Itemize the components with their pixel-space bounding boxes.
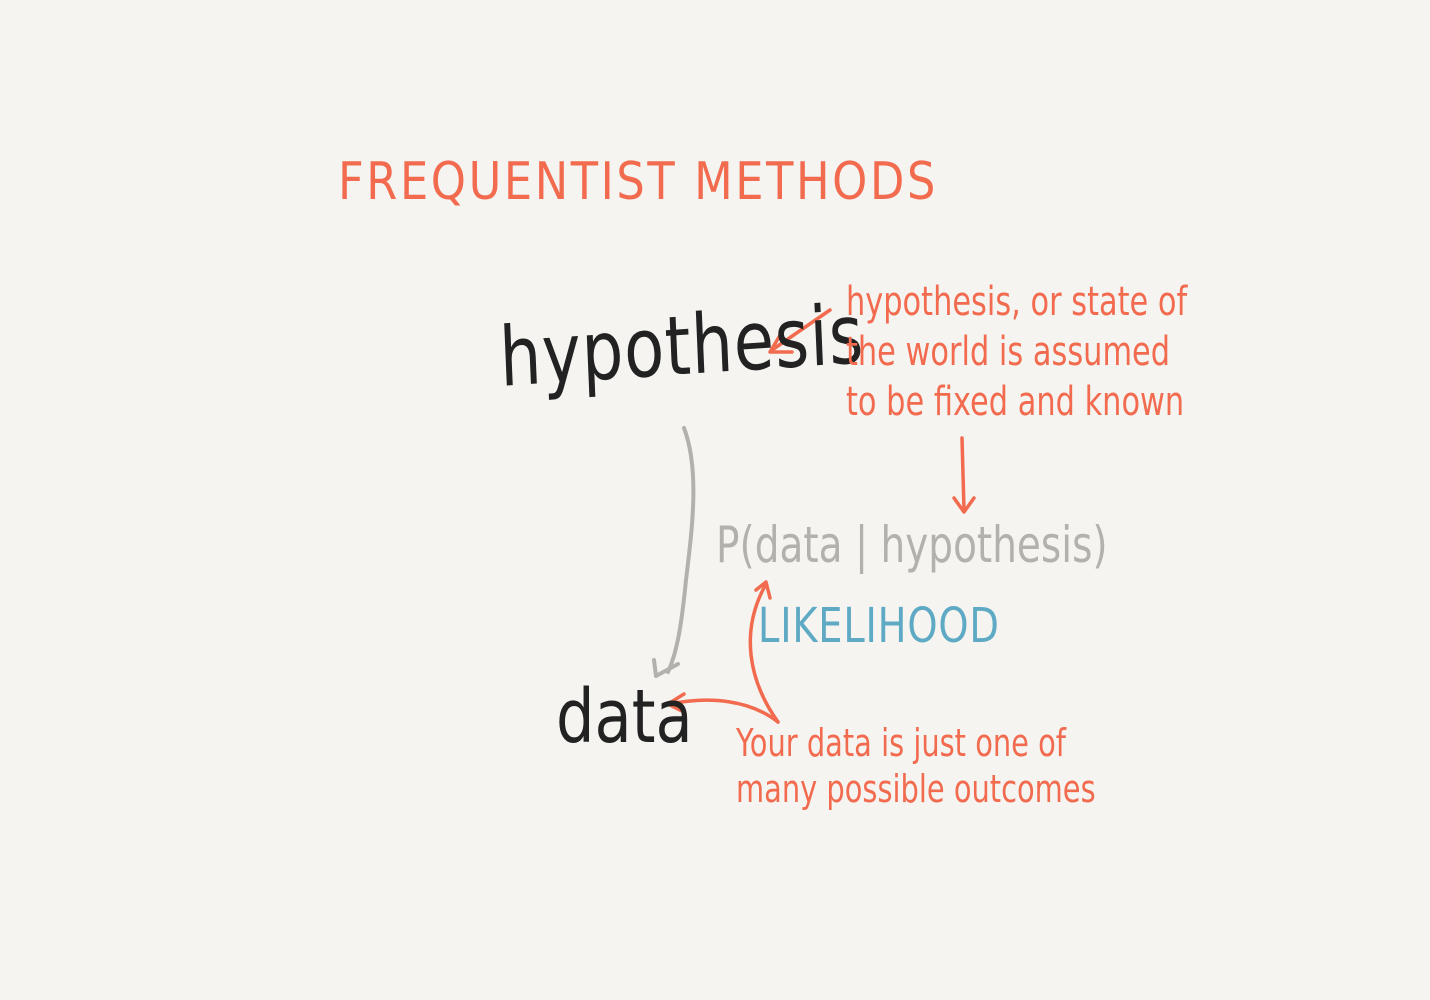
data-annotation: Your data is just one of many possible o… [736,724,1096,816]
hypothesis-annotation: hypothesis, or state of the world is ass… [846,282,1187,432]
hypothesis-annotation-line: hypothesis, or state of [846,279,1188,325]
hypothesis-annotation-line: to be fixed and known [846,379,1185,425]
hypothesis-node: hypothesis [497,287,866,406]
hypothesis-annotation-line: the world is assumed [846,329,1171,375]
arrows-layer [652,308,976,724]
data-annotation-line: many possible outcomes [736,767,1096,811]
likelihood-label: LIKELIHOOD [758,598,1000,654]
data-node: data [556,674,693,760]
data-annotation-line: Your data is just one of [736,721,1066,765]
diagram-title: FREQUENTIST METHODS [338,152,938,212]
hypothesis-to-data-arrow [666,426,696,674]
note-to-formula-arrow [960,436,966,512]
diagram-canvas: FREQUENTIST METHODS hypothesis data P(da… [0,0,1430,1000]
likelihood-formula: P(data | hypothesis) [716,516,1108,574]
